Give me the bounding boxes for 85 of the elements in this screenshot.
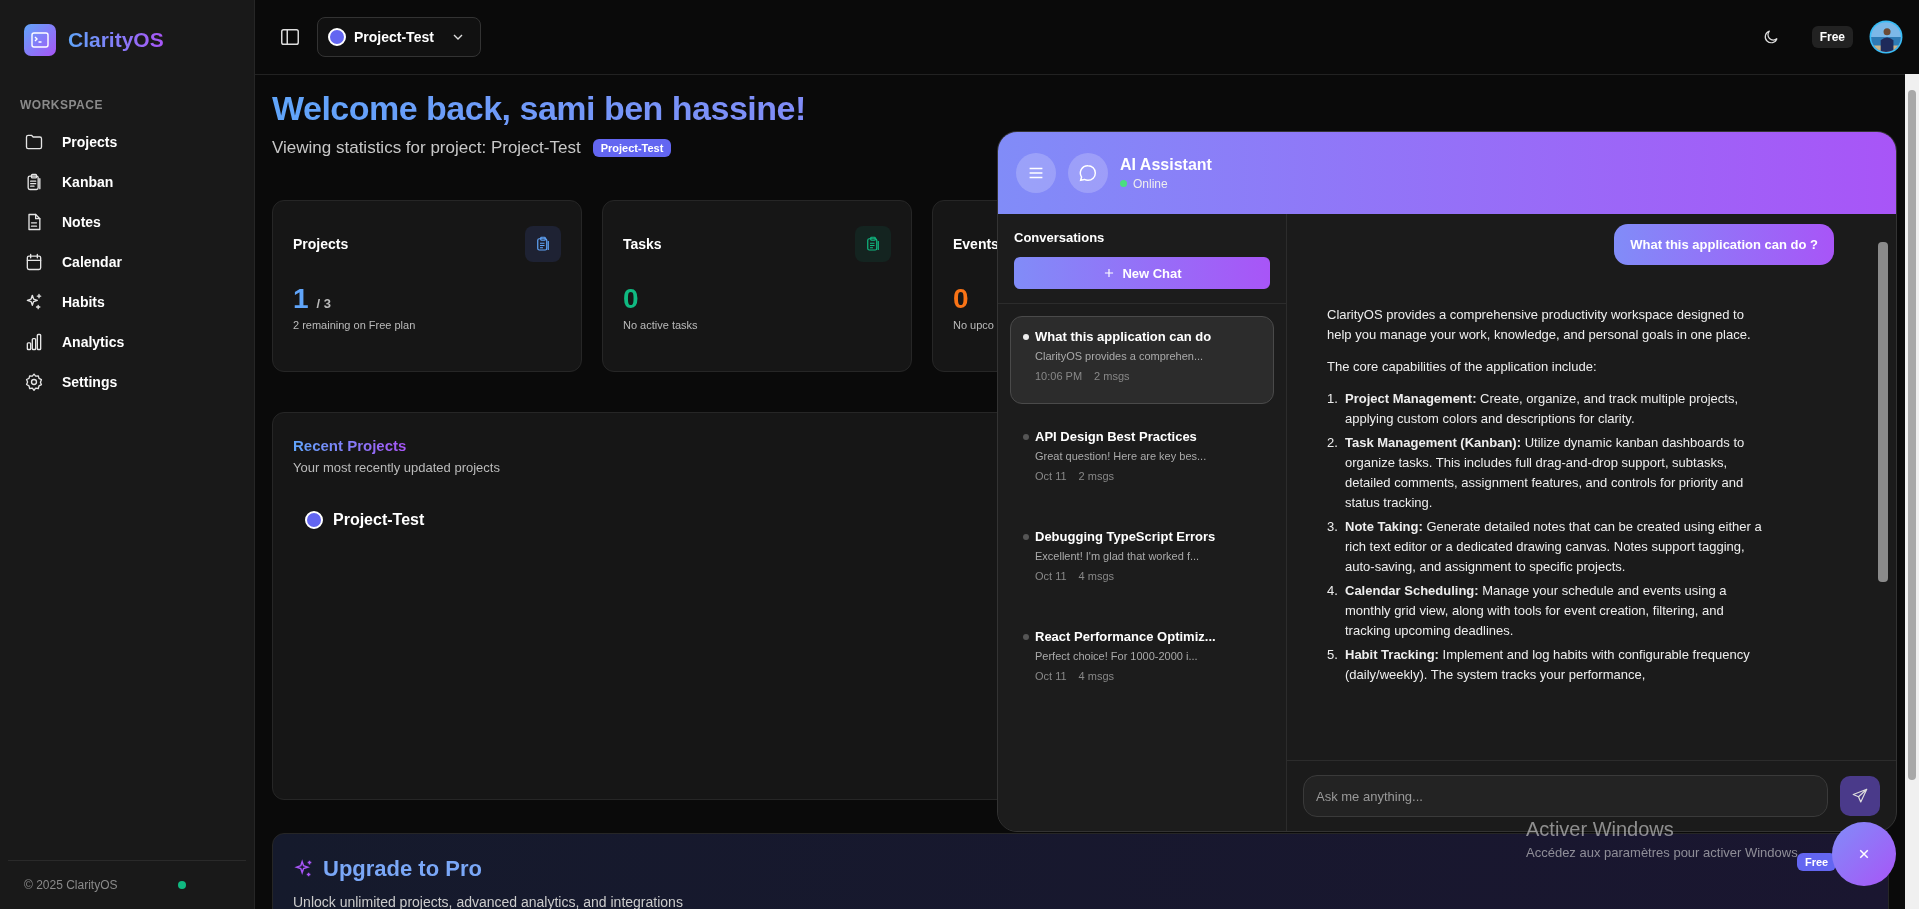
card-subtitle: Your most recently updated projects xyxy=(293,460,500,475)
card-title: Recent Projects xyxy=(293,437,407,454)
sparkles-icon xyxy=(24,292,44,312)
conversation-time: 10:06 PM xyxy=(1035,370,1083,382)
plan-badge: Free xyxy=(1797,853,1837,871)
project-item[interactable]: Project-Test xyxy=(305,511,425,529)
online-dot xyxy=(1120,180,1127,187)
list-item: Task Management (Kanban): Utilize dynamic kanban dashboards to organize tasks. This includes full drag-and-drop support, subtasks, detailed comments, assignment features, and controls for priority and status tracking. xyxy=(1345,434,1746,512)
conversations-heading: Conversations xyxy=(1014,230,1106,245)
answer-paragraph: ClarityOS provides a comprehensive productivity workspace designed to help you manage your work, knowledge, and personal goals in one place. xyxy=(1327,306,1752,344)
conversation-time: Oct 11 xyxy=(1035,470,1067,482)
list-number: 3. xyxy=(1327,518,1339,536)
section-heading: WORKSPACE xyxy=(19,97,104,114)
clipboard-icon xyxy=(855,226,891,262)
message-count: 2 msgs xyxy=(1078,470,1115,482)
message-count: 2 msgs xyxy=(1094,370,1130,382)
sidebar-item[interactable]: Habits xyxy=(0,282,254,322)
scrollbar[interactable] xyxy=(1905,74,1919,909)
status-dot xyxy=(178,881,186,889)
send-icon xyxy=(1851,787,1869,805)
conversation-item[interactable]: Debugging TypeScript Errors Excellent! I'm glad that worked f... Oct 11 4 msgs xyxy=(1010,516,1274,604)
sidebar-item[interactable]: Notes xyxy=(0,202,254,242)
conversation-time: Oct 11 xyxy=(1035,670,1067,682)
menu-button[interactable] xyxy=(1016,153,1056,193)
subtitle: Viewing statistics for project: Project-Test xyxy=(272,138,581,158)
stat-label: Projects xyxy=(293,236,349,252)
activation-notice-title: Activer Windows xyxy=(1526,818,1675,841)
activation-notice-text: Accédez aux paramètres pour activer Windows xyxy=(1526,845,1798,860)
stat-label: Events xyxy=(953,236,999,252)
copyright: © 2025 ClarityOS xyxy=(24,878,118,892)
stat-value: 0 xyxy=(623,283,639,315)
upgrade-text: Unlock unlimited projects, advanced analytics, and integrations xyxy=(293,894,684,909)
sidebar-item[interactable]: Analytics xyxy=(0,322,254,362)
stat-limit: / 3 xyxy=(316,296,332,311)
list-item: Project Management: Create, organize, and track multiple projects, applying custom colors and descriptions for clarity. xyxy=(1345,390,1740,428)
list-number: 5. xyxy=(1327,646,1339,664)
new-chat-button[interactable]: New Chat xyxy=(1014,257,1270,289)
list-number: 1. xyxy=(1327,390,1339,408)
bar-chart-icon xyxy=(24,332,44,352)
user-message: What this application can do ? xyxy=(1614,224,1834,265)
sidebar-item[interactable]: Kanban xyxy=(0,162,254,202)
conversation-preview: ClarityOS provides a comprehen... xyxy=(1035,350,1205,362)
chat-title: AI Assistant xyxy=(1120,155,1212,174)
answer-paragraph: The core capabilities of the application include: xyxy=(1327,358,1598,376)
conversation-preview: Excellent! I'm glad that worked f... xyxy=(1035,550,1201,562)
stat-label: Tasks xyxy=(623,236,662,252)
stat-note: No upco xyxy=(953,319,995,331)
stat-value: 0 xyxy=(953,283,969,315)
sidebar-item[interactable]: Settings xyxy=(0,362,254,402)
conversation-item[interactable]: API Design Best Practices Great question! Here are key bes... Oct 11 2 msgs xyxy=(1010,416,1274,504)
chat-bubble-icon xyxy=(1068,153,1108,193)
list-number: 2. xyxy=(1327,434,1339,452)
message-input[interactable]: Ask me anything... xyxy=(1303,775,1828,817)
conversation-title: React Performance Optimiz... xyxy=(1035,629,1216,644)
settings-icon xyxy=(24,372,44,392)
project-selector[interactable]: Project-Test xyxy=(317,17,481,57)
conversation-item[interactable]: What this application can do ClarityOS provides a comprehen... 10:06 PM 2 msgs xyxy=(1010,316,1274,404)
stat-note: 2 remaining on Free plan xyxy=(293,319,417,331)
conversation-title: Debugging TypeScript Errors xyxy=(1035,529,1216,544)
stat-value: 1 xyxy=(293,283,309,315)
folder-icon xyxy=(24,132,44,152)
plan-badge: Free xyxy=(1811,26,1853,48)
list-item: Note Taking: Generate detailed notes that can be created using either a rich text editor or a dedicated drawing canvas. Notes support tagging, auto-saving, and assignment to specific projects. xyxy=(1345,518,1763,576)
conversation-preview: Great question! Here are key bes... xyxy=(1035,450,1208,462)
upgrade-title: Upgrade to Pro xyxy=(323,856,482,882)
project-tag: Project-Test xyxy=(592,139,672,157)
list-number: 4. xyxy=(1327,582,1339,600)
terminal-logo-icon xyxy=(24,24,56,56)
sidebar-item[interactable]: Projects xyxy=(0,122,254,162)
conversation-time: Oct 11 xyxy=(1035,570,1067,582)
conversation-title: What this application can do xyxy=(1035,329,1212,344)
clipboard-icon xyxy=(525,226,561,262)
conversation-item[interactable]: React Performance Optimiz... Perfect choice! For 1000-2000 i... Oct 11 4 msgs xyxy=(1010,616,1274,704)
stat-note: No active tasks xyxy=(623,319,699,331)
list-item: Habit Tracking: Implement and log habits with configurable frequency (daily/weekly). The system tracks your performance, xyxy=(1345,646,1751,684)
status-text: Online xyxy=(1133,176,1168,191)
message-count: 4 msgs xyxy=(1078,570,1115,582)
send-button[interactable] xyxy=(1840,776,1880,816)
sidebar-item[interactable]: Calendar xyxy=(0,242,254,282)
sidebar-toggle-icon[interactable] xyxy=(279,26,301,48)
conversation-title: API Design Best Practices xyxy=(1035,429,1197,444)
message-count: 4 msgs xyxy=(1078,670,1115,682)
list-item: Calendar Scheduling: Manage your schedule and events using a monthly grid view, along with tools for event creation, filtering, and tracking upcoming deadlines. xyxy=(1345,582,1728,640)
calendar-icon xyxy=(24,252,44,272)
conversation-preview: Perfect choice! For 1000-2000 i... xyxy=(1035,650,1199,662)
